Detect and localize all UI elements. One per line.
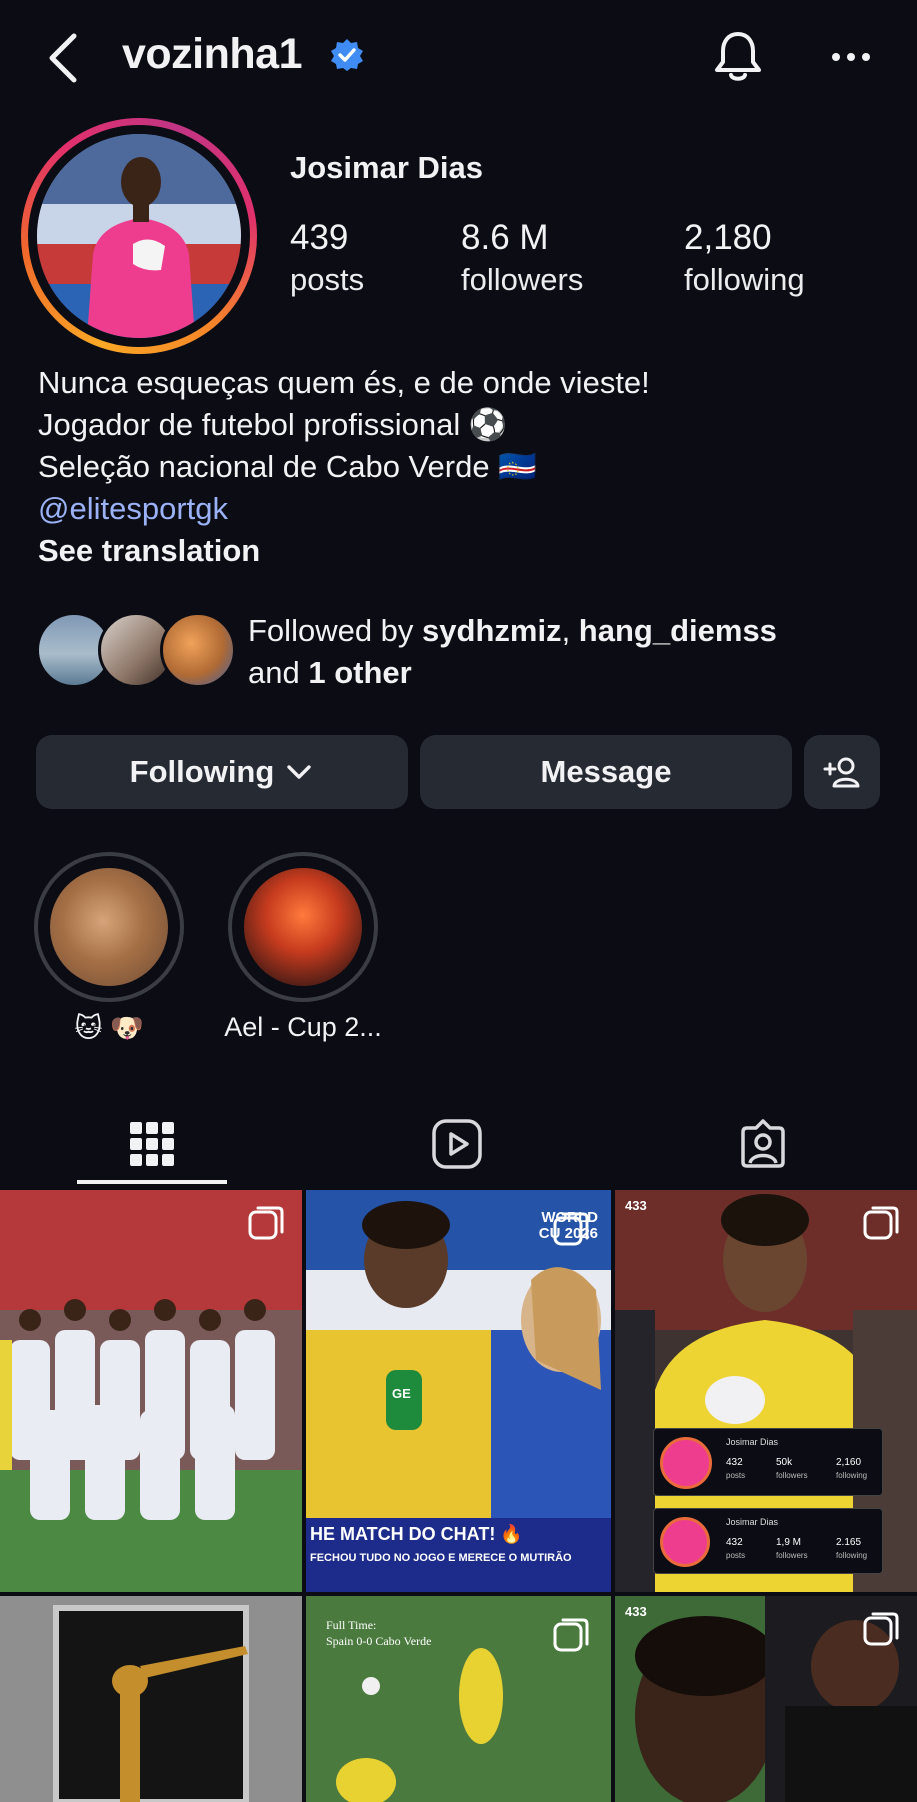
story-highlight[interactable] [228,852,378,1002]
story-ring[interactable] [21,118,257,354]
highlight-cover [50,868,168,986]
active-tab-indicator [77,1180,227,1184]
tab-posts-grid[interactable] [77,1100,227,1188]
stat-posts[interactable]: 439 posts [290,218,364,298]
avatar [660,1437,712,1489]
message-button-label: Message [540,754,672,789]
bio-line: Nunca esqueças quem és, e de onde vieste… [38,365,650,400]
profile-card-name: Josimar Dias [726,1517,779,1527]
profile-card-followers: 50k [776,1457,793,1468]
back-chevron-icon[interactable] [40,26,90,90]
profile-card-followers: 1,9 M [776,1537,802,1548]
avatar [160,612,236,688]
stat-posts-value: 439 [290,218,349,257]
grid-post[interactable] [0,1190,302,1592]
post-subcaption: Spain 0-0 Cabo Verde [326,1634,432,1648]
mic-label: GE [392,1386,411,1401]
followed-by-user[interactable]: hang_diemss [579,613,777,648]
add-person-icon [823,757,860,788]
profile-card-followers-label: followers [776,1551,808,1560]
stat-following-value: 2,180 [684,218,772,257]
display-name: Josimar Dias [290,150,483,185]
grid-post[interactable]: 433 Josimar Dias 432 posts 50k followers… [615,1190,917,1592]
chevron-down-icon [287,765,312,779]
multiple-posts-icon [863,1612,899,1646]
bio-line: Seleção nacional de Cabo Verde 🇨🇻 [38,449,537,484]
post-caption: Full Time: [326,1618,377,1632]
see-translation-link[interactable]: See translation [38,530,650,572]
following-button[interactable]: Following [36,735,408,809]
grid-post[interactable]: Full Time: Spain 0-0 Cabo Verde [306,1596,611,1802]
mutual-followers-avatars[interactable] [36,612,236,690]
profile-username: vozinha1 [122,30,303,78]
profile-card-followers-label: followers [776,1471,808,1480]
followed-by-separator: , [561,613,579,648]
profile-card-posts-label: posts [726,1551,746,1560]
grid-post[interactable] [0,1596,302,1802]
profile-card-posts-label: posts [726,1471,746,1480]
followed-by-others[interactable]: 1 other [308,655,411,690]
reels-icon [432,1119,482,1169]
highlight-label: 🐱 🐶 [74,1013,144,1043]
bio-link[interactable]: @elitesportgk [38,488,650,530]
profile-card: Josimar Dias 432 posts 1,9 M followers 2… [653,1508,883,1574]
profile-card-posts: 432 [726,1537,743,1548]
stat-following[interactable]: 2,180 following [684,218,805,298]
tab-reels[interactable] [382,1100,532,1188]
profile-tabs [0,1100,917,1188]
post-image [0,1596,302,1802]
profile-card-following-label: following [836,1471,868,1480]
followed-by-user[interactable]: sydhzmiz [422,613,562,648]
top-bar: vozinha1 [0,0,917,120]
highlight-label: Ael - Cup 2... [224,1012,382,1042]
stat-following-label: following [684,262,805,297]
profile-card-following: 2.165 [836,1537,862,1548]
avatar-photo [37,134,241,338]
post-subcaption: FECHOU TUDO NO JOGO E MERECE O MUTIRÃO [310,1552,572,1564]
tab-tagged[interactable] [688,1100,838,1188]
multiple-posts-icon [553,1212,589,1246]
suggest-users-button[interactable] [804,735,880,809]
grid-icon [130,1122,174,1166]
more-options-icon[interactable] [828,40,874,74]
post-watermark: 433 [625,1198,647,1213]
profile-card: Josimar Dias 432 posts 50k followers 2,1… [653,1428,883,1496]
tagged-icon [741,1119,785,1168]
stat-followers[interactable]: 8.6 M followers [461,218,583,298]
multiple-posts-icon [248,1206,284,1240]
post-watermark: 433 [625,1604,647,1619]
following-button-label: Following [129,754,275,789]
grid-post[interactable]: WORLD CU 2026 GE HE MATCH DO CHAT! 🔥 FEC… [306,1190,611,1592]
verified-badge-icon [331,39,363,71]
followed-by-and: and [248,655,309,690]
stat-posts-label: posts [290,262,365,297]
story-highlight[interactable] [34,852,184,1002]
notification-bell-icon[interactable] [710,28,766,86]
avatar[interactable] [37,134,241,338]
profile-card-following-label: following [836,1551,868,1560]
bio: Nunca esqueças quem és, e de onde vieste… [38,362,650,572]
highlight-cover [244,868,362,986]
profile-card-name: Josimar Dias [726,1437,779,1447]
followed-by-text[interactable]: Followed by sydhzmiz, hang_diemss and 1 … [248,610,777,694]
post-image [0,1190,302,1592]
grid-post[interactable]: 433 [615,1596,917,1802]
stat-followers-label: followers [461,262,584,297]
stat-followers-value: 8.6 M [461,218,549,257]
followed-by-prefix: Followed by [248,613,423,648]
profile-card-posts: 432 [726,1457,743,1468]
post-caption: HE MATCH DO CHAT! 🔥 [310,1524,523,1544]
avatar [660,1517,710,1567]
profile-card-following: 2,160 [836,1457,862,1468]
message-button[interactable]: Message [420,735,792,809]
multiple-posts-icon [553,1618,589,1652]
multiple-posts-icon [863,1206,899,1240]
bio-line: Jogador de futebol profissional ⚽ [38,407,508,442]
